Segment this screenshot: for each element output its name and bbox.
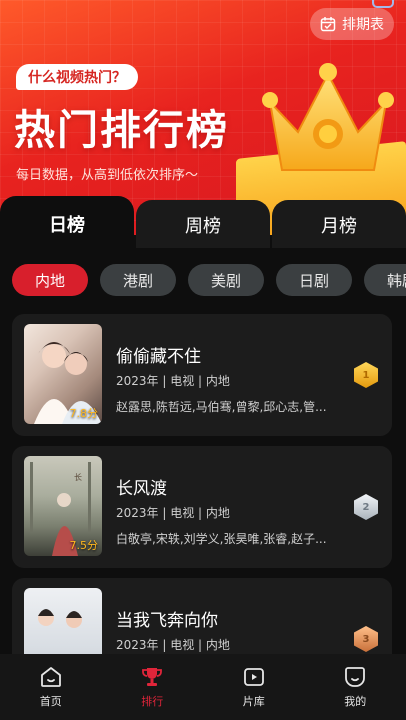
hot-question-pill: 什么视频热门？ xyxy=(16,64,138,90)
page-title: 热门排行榜 xyxy=(14,106,229,154)
bronze-medal-icon: 3 xyxy=(354,626,378,652)
home-icon xyxy=(40,667,61,687)
item-cast: 白敬亭,宋轶,刘学义,张昊唯,张睿,赵子... xyxy=(116,532,327,546)
crown-icon xyxy=(262,63,394,171)
item-title: 偷偷藏不住 xyxy=(116,347,201,367)
ranking-tabs: 日榜 周榜 月榜 xyxy=(0,196,406,252)
item-title: 长风渡 xyxy=(116,479,167,499)
nav-profile[interactable]: 我的 xyxy=(320,665,390,709)
nav-library[interactable]: 片库 xyxy=(219,665,289,709)
item-meta: 2023年 | 电视 | 内地 xyxy=(116,638,230,652)
chip-kr[interactable]: 韩剧 xyxy=(364,264,406,296)
poster-image: 长 7.5分 xyxy=(24,456,102,556)
score-badge: 7.8分 xyxy=(69,407,99,420)
chip-us[interactable]: 美剧 xyxy=(188,264,264,296)
nav-profile-label: 我的 xyxy=(344,695,367,708)
tab-weekly[interactable]: 周榜 xyxy=(136,200,270,250)
svg-text:长: 长 xyxy=(74,472,82,482)
schedule-label: 排期表 xyxy=(342,17,384,33)
nav-home-label: 首页 xyxy=(39,695,62,708)
nav-ranking-label: 排行 xyxy=(141,695,164,708)
tab-daily[interactable]: 日榜 xyxy=(0,196,134,252)
region-filter: 内地 港剧 美剧 日剧 韩剧 xyxy=(12,264,406,296)
poster-art xyxy=(38,609,82,628)
poster-image: 7.8分 xyxy=(24,324,102,424)
item-cast: 赵露思,陈哲远,马伯骞,曾黎,邱心志,管... xyxy=(116,400,327,414)
page-subtitle: 每日数据，从高到低依次排序～ xyxy=(16,168,199,183)
schedule-button[interactable]: 排期表 xyxy=(310,8,394,40)
chip-mainland[interactable]: 内地 xyxy=(12,264,88,296)
video-library-icon xyxy=(243,668,264,686)
chip-jp[interactable]: 日剧 xyxy=(276,264,352,296)
ranking-item[interactable]: 7.8分 偷偷藏不住 2023年 | 电视 | 内地 赵露思,陈哲远,马伯骞,曾… xyxy=(12,314,392,436)
trophy-icon xyxy=(142,668,163,686)
nav-home[interactable]: 首页 xyxy=(16,665,86,709)
calendar-icon xyxy=(320,17,336,32)
silver-medal-icon: 2 xyxy=(354,494,378,520)
bottom-navigation: 首页 排行 片库 我的 xyxy=(0,654,406,720)
nav-ranking[interactable]: 排行 xyxy=(117,665,187,709)
ranking-content: 内地 港剧 美剧 日剧 韩剧 7.8分 偷偷藏不住 2023年 | 电视 | 内… xyxy=(0,248,406,654)
item-meta: 2023年 | 电视 | 内地 xyxy=(116,506,230,520)
tab-monthly[interactable]: 月榜 xyxy=(272,200,406,250)
nav-library-label: 片库 xyxy=(242,695,265,708)
profile-icon xyxy=(345,667,366,687)
item-title: 当我飞奔向你 xyxy=(116,611,218,631)
item-meta: 2023年 | 电视 | 内地 xyxy=(116,374,230,388)
ranking-item[interactable]: 当我飞奔向你 2023年 | 电视 | 内地 3 xyxy=(12,578,392,654)
score-badge: 7.5分 xyxy=(69,539,99,552)
scan-icon[interactable] xyxy=(372,0,394,8)
poster-image xyxy=(24,588,102,654)
chip-hk[interactable]: 港剧 xyxy=(100,264,176,296)
gold-medal-icon: 1 xyxy=(354,362,378,388)
ranking-item[interactable]: 长 7.5分 长风渡 2023年 | 电视 | 内地 白敬亭,宋轶,刘学义,张昊… xyxy=(12,446,392,568)
